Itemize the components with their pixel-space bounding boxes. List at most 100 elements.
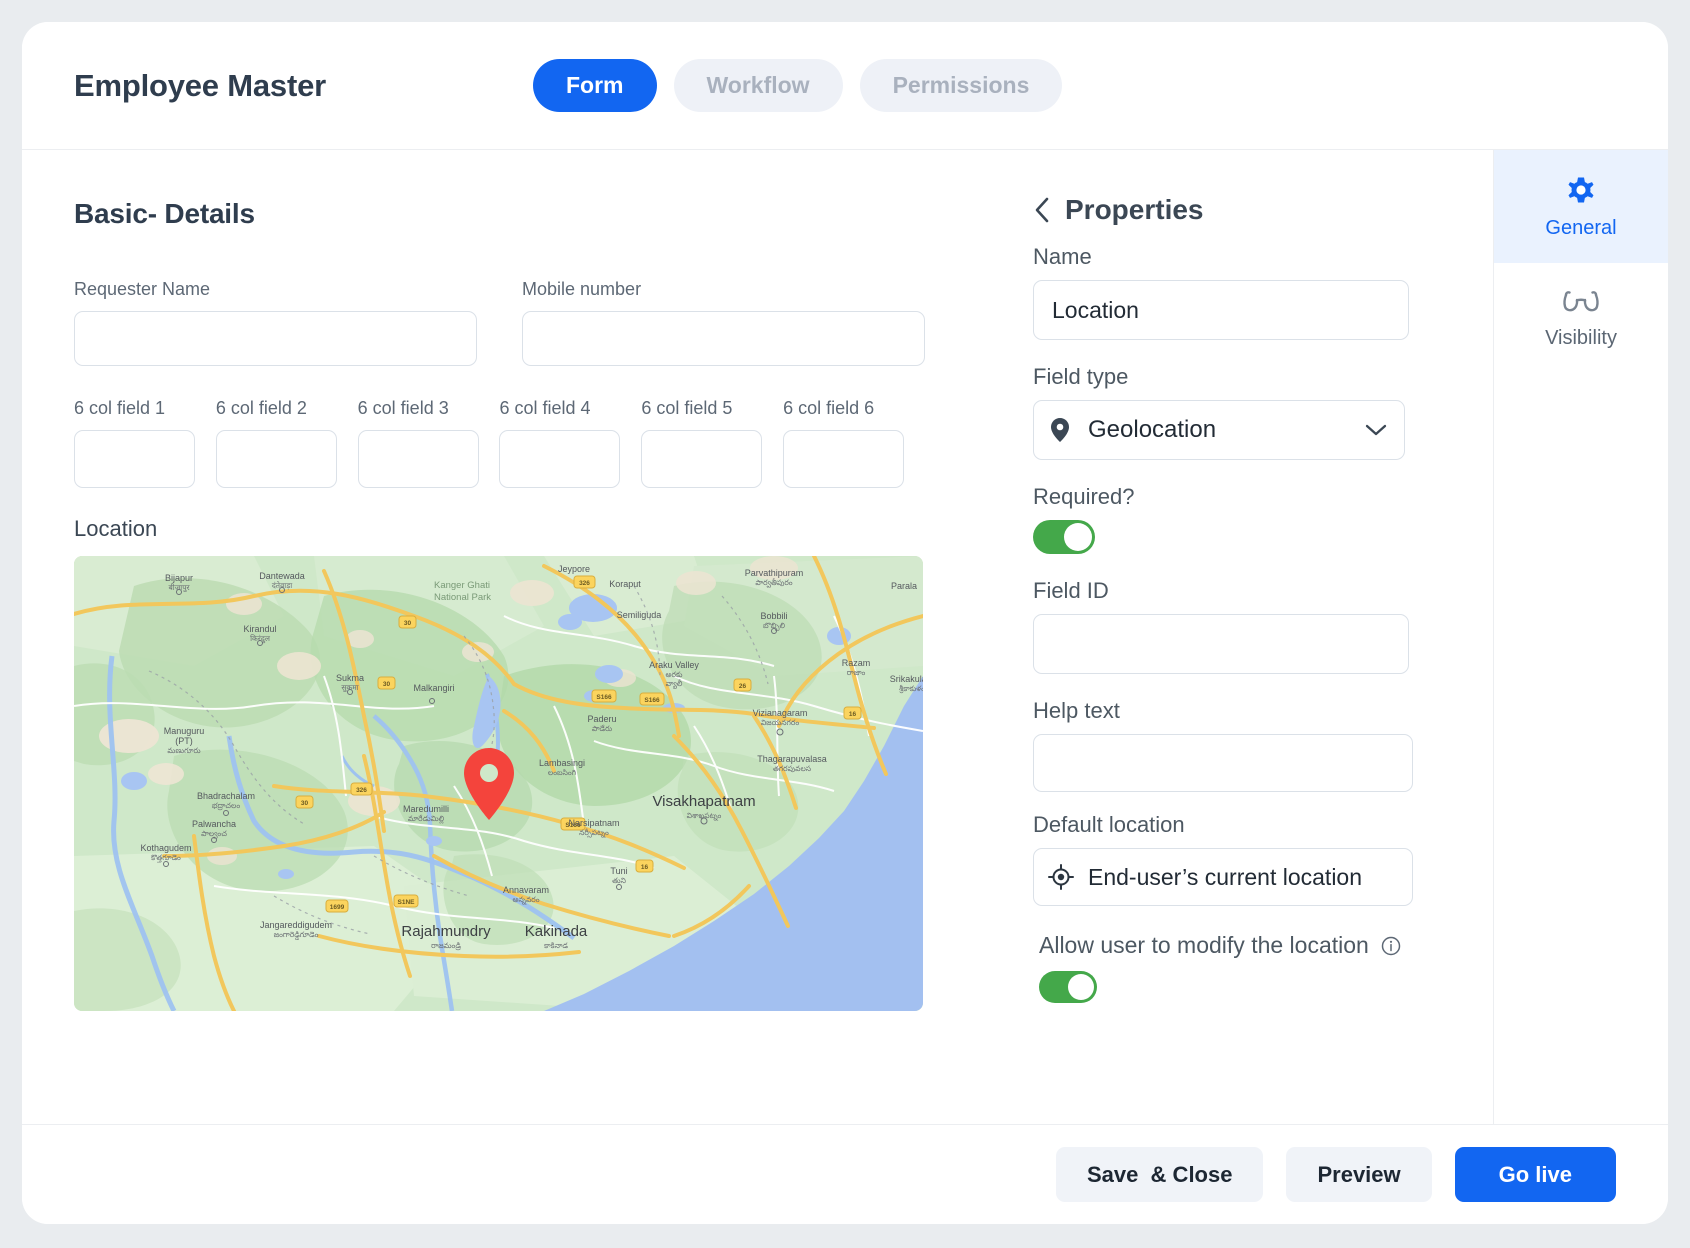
- svg-text:Bobbili: Bobbili: [760, 611, 787, 621]
- required-toggle[interactable]: [1033, 520, 1095, 554]
- svg-text:పాడేరు: పాడేరు: [592, 724, 613, 733]
- svg-text:Jeypore: Jeypore: [558, 564, 590, 574]
- chevron-left-icon[interactable]: [1033, 196, 1051, 224]
- tab-permissions[interactable]: Permissions: [859, 59, 1063, 112]
- mobile-number-input[interactable]: [522, 311, 925, 366]
- svg-text:Dantewada: Dantewada: [259, 571, 305, 581]
- svg-text:Kakinada: Kakinada: [525, 923, 588, 940]
- chevron-down-icon[interactable]: [1364, 422, 1388, 438]
- property-required-group: Required?: [1033, 484, 1493, 554]
- requester-name-input[interactable]: [74, 311, 477, 366]
- form-canvas: Basic- Details Requester Name Mobile num…: [22, 150, 977, 1124]
- save-and-close-button[interactable]: Save & Close: [1055, 1147, 1264, 1202]
- rail-label-visibility: Visibility: [1545, 327, 1617, 349]
- default-location-value: End-user’s current location: [1088, 863, 1363, 890]
- svg-text:सुकमा: सुकमा: [341, 683, 359, 693]
- property-field-id-group: Field ID: [1033, 578, 1493, 674]
- properties-header: Properties: [1033, 194, 1493, 226]
- tab-form[interactable]: Form: [533, 59, 657, 112]
- six-col-input-2[interactable]: [215, 430, 337, 488]
- rail-label-general: General: [1545, 217, 1617, 239]
- svg-text:అన్నవరం: అన్నవరం: [512, 895, 539, 905]
- settings-rail: General Visibility: [1493, 150, 1668, 1124]
- field-label: Requester Name: [74, 279, 211, 299]
- svg-text:Semiliguda: Semiliguda: [617, 610, 662, 620]
- field-mobile-number: Mobile number: [522, 279, 925, 366]
- page-title: Employee Master: [74, 67, 326, 103]
- form-row-six-col: 6 col field 1 6 col field 2 6 col field …: [74, 398, 925, 488]
- svg-text:రాజాం: రాజాం: [847, 668, 866, 677]
- properties-panel: Properties Name Field type: [977, 150, 1493, 1124]
- preview-button[interactable]: Preview: [1286, 1147, 1432, 1202]
- svg-text:రాజమండ్రి: రాజమండ్రి: [431, 941, 461, 951]
- svg-text:Narsipatnam: Narsipatnam: [568, 818, 619, 828]
- field-label: 6 col field 6: [783, 398, 875, 418]
- footer-action-bar: Save & Close Preview Go live: [22, 1124, 1668, 1224]
- six-col-input-3[interactable]: [357, 430, 479, 488]
- svg-text:Bhadrachalam: Bhadrachalam: [197, 791, 255, 801]
- field-type-select[interactable]: Geolocation: [1033, 400, 1405, 460]
- svg-text:Maredumilli: Maredumilli: [403, 804, 449, 814]
- section-title: Basic- Details: [74, 198, 255, 229]
- svg-text:నర్సీపట్నం: నర్సీపట్నం: [579, 828, 609, 838]
- field-label: Mobile number: [522, 279, 642, 299]
- six-col-input-5[interactable]: [641, 430, 763, 488]
- svg-text:మారేడుమిల్లి: మారేడుమిల్లి: [408, 814, 445, 824]
- svg-text:కాకినాడ: కాకినాడ: [544, 941, 568, 950]
- default-location-select[interactable]: End-user’s current location: [1033, 848, 1413, 906]
- svg-text:16: 16: [641, 864, 649, 871]
- form-row-two-col: Requester Name Mobile number: [74, 279, 925, 366]
- gear-icon: [1564, 173, 1598, 207]
- field-id-label: Field ID: [1033, 578, 1109, 603]
- svg-text:జంగారెడ్డిగూడెం: జంగారెడ్డిగూడెం: [274, 930, 319, 940]
- svg-text:S1NE: S1NE: [398, 899, 416, 906]
- six-col-input-4[interactable]: [499, 430, 621, 488]
- info-icon[interactable]: [1381, 936, 1401, 956]
- svg-text:పార్వతీపురం: పార్వతీపురం: [755, 578, 792, 588]
- svg-text:30: 30: [383, 681, 391, 688]
- svg-text:Jangareddigudem: Jangareddigudem: [260, 920, 332, 930]
- svg-text:శ్రీకాకుళం: శ్రీకాకుళం: [899, 684, 923, 694]
- field-label: 6 col field 4: [499, 398, 591, 418]
- field-label: 6 col field 3: [357, 398, 449, 418]
- svg-text:Malkangiri: Malkangiri: [413, 683, 454, 693]
- field-id-input[interactable]: [1033, 614, 1409, 674]
- svg-text:Tuni: Tuni: [610, 866, 627, 876]
- svg-text:తగరపువలస: తగరపువలస: [773, 764, 811, 773]
- field-6col-6: 6 col field 6: [783, 398, 925, 488]
- svg-text:दंतेवाड़ा: दंतेवाड़ा: [272, 581, 293, 590]
- svg-text:వ్యాలీ: వ్యాలీ: [666, 679, 683, 689]
- svg-text:S166: S166: [596, 694, 612, 701]
- tab-workflow[interactable]: Workflow: [673, 59, 843, 112]
- location-map[interactable]: 30 30 326 326 30 S166 S166 26 16 16 S1NE…: [74, 556, 923, 1011]
- svg-text:Sukma: Sukma: [336, 673, 364, 683]
- svg-text:26: 26: [739, 683, 747, 690]
- allow-modify-toggle[interactable]: [1039, 971, 1097, 1003]
- svg-text:30: 30: [404, 620, 412, 627]
- name-input[interactable]: [1033, 280, 1409, 340]
- svg-text:Kirandul: Kirandul: [243, 624, 276, 634]
- crosshair-icon: [1048, 864, 1074, 890]
- help-text-input[interactable]: [1033, 734, 1413, 792]
- svg-text:Srikakulam: Srikakulam: [890, 674, 923, 684]
- properties-title: Properties: [1065, 194, 1204, 225]
- property-field-type-group: Field type Geolocation: [1033, 364, 1493, 460]
- svg-text:Araku Valley: Araku Valley: [649, 660, 699, 670]
- svg-text:తుని: తుని: [612, 876, 626, 885]
- svg-text:Visakhapatnam: Visakhapatnam: [652, 793, 755, 810]
- field-6col-3: 6 col field 3: [357, 398, 500, 488]
- six-col-input-6[interactable]: [783, 430, 905, 488]
- glasses-icon: [1561, 289, 1601, 317]
- rail-item-general[interactable]: General: [1494, 150, 1668, 263]
- svg-text:किरंदुल: किरंदुल: [250, 634, 271, 644]
- svg-text:విజయనగరం: విజయనగరం: [761, 718, 800, 727]
- rail-item-visibility[interactable]: Visibility: [1494, 263, 1668, 376]
- svg-text:Parvathipuram: Parvathipuram: [745, 568, 804, 578]
- go-live-button[interactable]: Go live: [1454, 1147, 1616, 1202]
- svg-text:Annavaram: Annavaram: [503, 885, 549, 895]
- svg-text:Razam: Razam: [842, 658, 871, 668]
- field-requester-name: Requester Name: [74, 279, 477, 366]
- svg-text:Parala: Parala: [891, 581, 917, 591]
- location-field-label: Location: [74, 516, 158, 541]
- six-col-input-1[interactable]: [74, 430, 195, 488]
